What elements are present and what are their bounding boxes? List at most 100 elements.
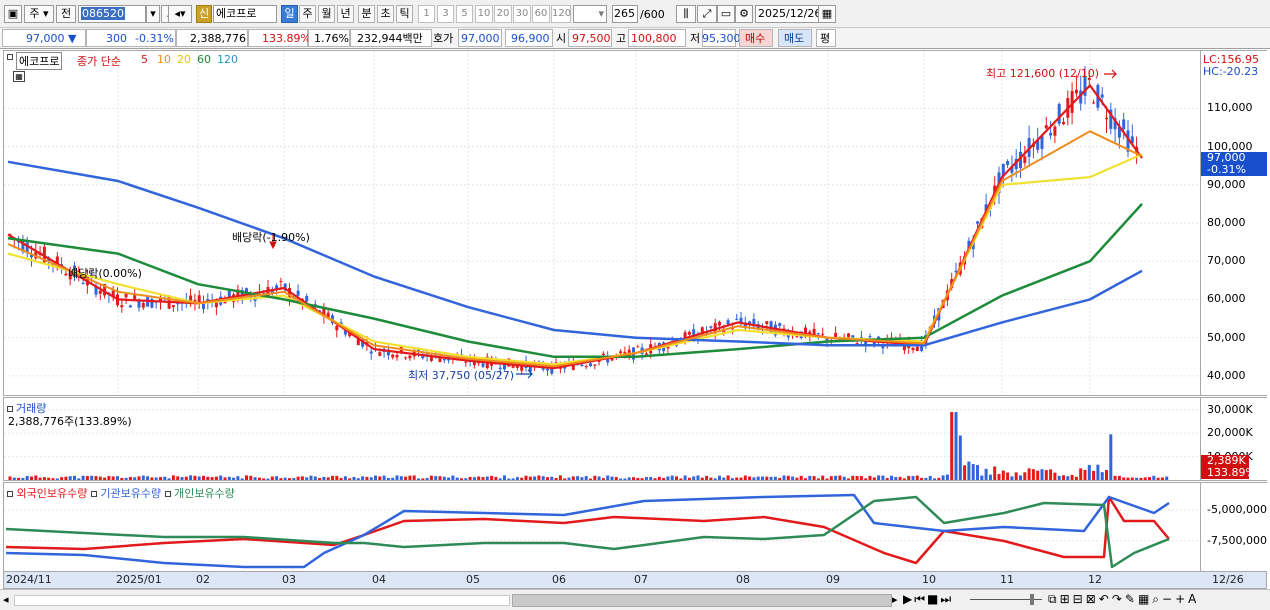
volume-bar [309,475,313,480]
individual-holdings-line [5,495,1170,569]
candle-icon[interactable]: ⫼ [676,5,696,23]
volume-bar [1087,464,1091,480]
table-icon[interactable]: ▦ [13,71,25,82]
volume-bar [571,476,575,480]
candle-body [124,293,128,298]
volume-bar [941,475,945,480]
plus-icon[interactable]: + [1175,592,1188,606]
scroll-left-icon[interactable]: ◂ [3,593,9,606]
interval-3[interactable]: 3 [437,5,454,23]
candle-body [133,294,137,300]
save-icon[interactable]: ▭ [717,5,735,23]
holdings-axis[interactable]: -5,000,000 -7,500,000 [1201,482,1267,572]
zoom-slider-handle[interactable] [1030,594,1034,605]
volume-bar [1010,476,1014,480]
eval-button-label[interactable]: 평 [820,30,830,47]
chart-scrollbar[interactable]: ◂ ▸ ▶⏮■⏭ ⧉⊞⊟⊠↶↷✎▦⌕−+A [0,589,1270,610]
undo-icon[interactable]: ↶ [1099,592,1112,606]
scroll-right-icon[interactable]: ▸ [892,593,898,606]
holdings-panel[interactable]: 외국인보유수량 기관보유수량 개인보유수량 [3,482,1201,572]
split-icon[interactable]: ⊞ [1060,592,1073,606]
view-tools[interactable]: ⧉⊞⊟⊠↶↷✎▦⌕−+A [1048,592,1199,607]
interval-60[interactable]: 60 [532,5,550,23]
volume-bar [94,476,98,480]
grid-icon[interactable]: ▦ [1138,592,1152,606]
search-icon[interactable]: ⌕ [1152,592,1162,606]
date-axis[interactable]: 2024/11 2025/01 02 03 04 05 06 07 08 09 10 11 12 12/… [3,571,1267,589]
layout-icon[interactable]: ⧉ [1048,592,1060,606]
volume-panel[interactable]: 거래량 2,388,776주(133.89%) [3,397,1201,481]
scroll-thumb[interactable] [512,594,892,607]
volume-axis[interactable]: 30,000K20,000K10,000K 2,389K 133.89% [1201,397,1267,481]
ma60-label[interactable]: 60 [197,53,211,66]
individual-holdings-label[interactable]: 개인보유수량 [174,487,235,500]
price-tick-label: 70,000 [1207,254,1246,268]
auto-icon[interactable]: A [1188,592,1199,606]
period-day[interactable]: 일 [281,5,298,23]
speaker-icon[interactable]: ◂▾ [168,5,192,23]
volume-bar [288,478,291,480]
interval-select[interactable]: ▾ [573,5,607,23]
volume-chart [4,409,1200,480]
volume-bar [322,476,326,480]
candle-body [171,305,175,308]
tool-icon[interactable]: ⊠ [1086,592,1099,606]
stock-name-field[interactable]: 에코프로 [213,5,277,23]
price-panel[interactable]: 에코프로 종가 단순 5 10 20 60 120 ▦ 최고 121,600 (… [3,50,1201,396]
volume-bar [25,475,29,480]
volume-bar [1044,470,1048,480]
period-month[interactable]: 월 [318,5,335,23]
ma20-label[interactable]: 20 [177,53,191,66]
rewind-icon[interactable]: ⏮ [914,592,927,606]
institution-holdings-label[interactable]: 기관보유수량 [100,487,161,500]
interval-5[interactable]: 5 [456,5,473,23]
prev-button[interactable]: 전 [56,5,76,23]
ask-price: 96,900 [511,32,550,45]
minus-icon[interactable]: − [1162,592,1175,606]
date-input[interactable]: 2025/12/26 [755,5,821,23]
redo-icon[interactable]: ↷ [1112,592,1125,606]
interval-30[interactable]: 30 [513,5,531,23]
playback-controls[interactable]: ▶⏮■⏭ [903,592,953,607]
gear-icon[interactable]: ⚙ [735,5,753,23]
period-minute[interactable]: 분 [358,5,375,23]
volume-bar [1148,477,1151,480]
period-tick[interactable]: 틱 [396,5,413,23]
ma120-label[interactable]: 120 [217,53,238,66]
interval-1[interactable]: 1 [418,5,435,23]
stock-code-input[interactable]: 086520 [78,5,146,23]
bid-label: 호가 [433,32,454,45]
type-select[interactable]: 주 ▾ [24,5,54,23]
price-axis[interactable]: LC:156.95 HC:-20.23 110,000 100,000 90,000… [1201,50,1267,396]
chevron-down-icon[interactable]: ▾ [146,5,160,23]
interval-10[interactable]: 10 [475,5,493,23]
period-week[interactable]: 주 [299,5,316,23]
stop-icon[interactable]: ■ [927,592,940,606]
period-second[interactable]: 초 [377,5,394,23]
volume-bar [1165,476,1169,480]
volume-bar [855,475,859,480]
buy-button-label[interactable]: 매수 [745,30,765,47]
crosshair-icon[interactable]: ⤢ [697,5,717,23]
interval-20[interactable]: 20 [494,5,512,23]
stock-label[interactable]: 에코프로 [16,52,63,70]
candle-body [1053,126,1057,136]
foreign-holdings-label[interactable]: 외국인보유수량 [17,487,88,500]
calendar-icon[interactable]: ▦ [818,5,836,23]
volume-bar [120,477,124,480]
period-year[interactable]: 년 [337,5,354,23]
volume-bar [872,477,876,480]
ma5-label[interactable]: 5 [141,53,148,66]
window-icon[interactable]: ▣ [4,5,22,23]
pen-icon[interactable]: ✎ [1125,592,1138,606]
scroll-track[interactable] [14,595,510,606]
count-input[interactable]: 265 [612,5,638,23]
interval-120[interactable]: 120 [551,5,571,23]
fast-forward-icon[interactable]: ⏭ [940,592,953,606]
compare-icon[interactable]: ⊟ [1073,592,1086,606]
ma10-label[interactable]: 10 [157,53,171,66]
volume-bar [107,476,111,480]
volume-bar [756,476,760,480]
play-forward-icon[interactable]: ▶ [903,592,914,606]
sell-button-label[interactable]: 매도 [784,30,804,47]
